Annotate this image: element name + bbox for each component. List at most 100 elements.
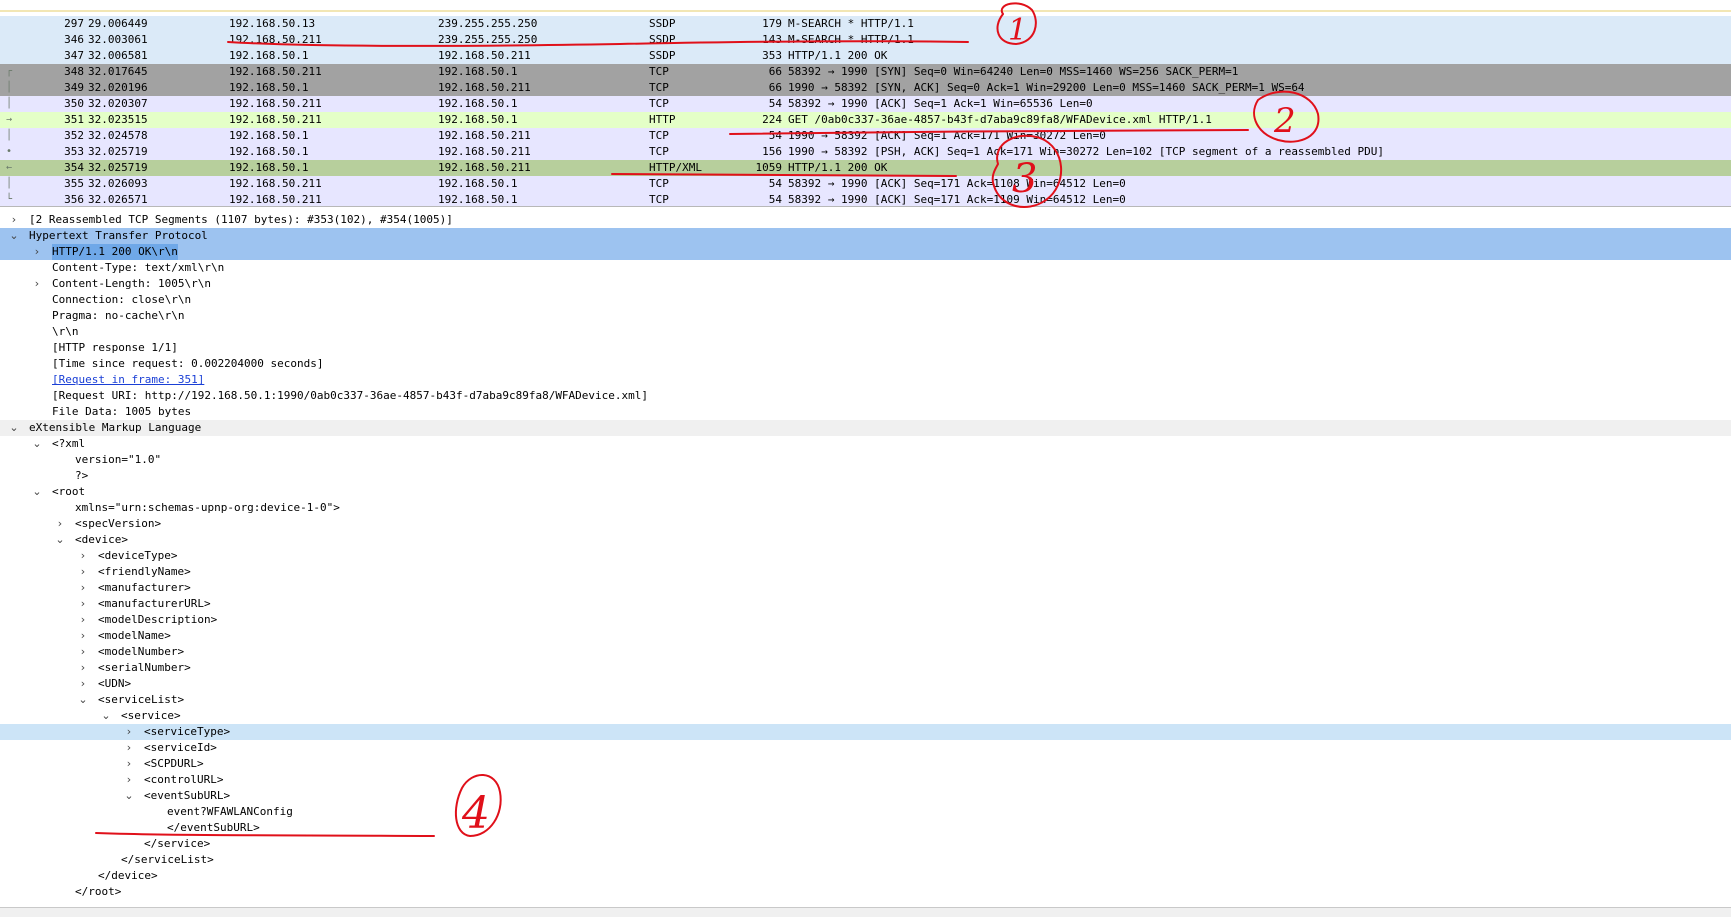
tree-item[interactable]: › <serviceType> [0, 724, 1731, 740]
tree-item[interactable]: › <serviceId> [0, 740, 1731, 756]
expand-chevron-icon[interactable]: › [123, 756, 135, 772]
packet-source: 192.168.50.13 [229, 17, 316, 30]
tree-item[interactable]: </eventSubURL> [0, 820, 1731, 836]
packet-time: 32.025719 [88, 161, 148, 174]
tree-item[interactable]: › <manufacturerURL> [0, 596, 1731, 612]
tree-item-label: </service> [144, 837, 211, 850]
expand-chevron-icon[interactable]: › [77, 644, 89, 660]
collapse-chevron-icon[interactable]: ⌄ [31, 484, 43, 500]
packet-row[interactable]: │ 350 32.020307 192.168.50.211 192.168.50.1 T… [0, 96, 1731, 112]
packet-row[interactable]: ┌ 348 32.017645 192.168.50.211 192.168.50.1 T… [0, 64, 1731, 80]
tree-item[interactable]: › <deviceType> [0, 548, 1731, 564]
tree-item[interactable]: ⌄ <service> [0, 708, 1731, 724]
packet-destination: 192.168.50.1 [438, 97, 518, 110]
tree-item[interactable]: </serviceList> [0, 852, 1731, 868]
packet-row[interactable]: └ 356 32.026571 192.168.50.211 192.168.50.1 T… [0, 192, 1731, 206]
packet-number: 353 [64, 145, 84, 158]
tree-item[interactable]: › HTTP/1.1 200 OK\r\n [0, 244, 1731, 260]
tree-item[interactable]: xmlns="urn:schemas-upnp-org:device-1-0"> [0, 500, 1731, 516]
tree-item[interactable]: [Request in frame: 351] [0, 372, 1731, 388]
tree-item-label: <serialNumber> [98, 661, 191, 674]
packet-row[interactable]: │ 349 32.020196 192.168.50.1 192.168.50.211 T… [0, 80, 1731, 96]
tree-item[interactable]: ⌄ <serviceList> [0, 692, 1731, 708]
tree-item[interactable]: ⌄ Hypertext Transfer Protocol [0, 228, 1731, 244]
tree-item[interactable]: › <modelName> [0, 628, 1731, 644]
packet-length: 156 [762, 145, 782, 158]
tree-item[interactable]: › <manufacturer> [0, 580, 1731, 596]
tree-item[interactable]: Pragma: no-cache\r\n [0, 308, 1731, 324]
packet-row[interactable]: 347 32.006581 192.168.50.1 192.168.50.211 SS… [0, 48, 1731, 64]
packet-info: 58392 → 1990 [SYN] Seq=0 Win=64240 Len=0… [788, 65, 1239, 78]
expand-chevron-icon[interactable]: › [54, 516, 66, 532]
tree-item[interactable]: [Time since request: 0.002204000 seconds… [0, 356, 1731, 372]
expand-chevron-icon[interactable]: › [77, 676, 89, 692]
collapse-chevron-icon[interactable]: ⌄ [100, 708, 112, 724]
expand-chevron-icon[interactable]: › [77, 564, 89, 580]
tree-item[interactable]: › <SCPDURL> [0, 756, 1731, 772]
expand-chevron-icon[interactable]: › [123, 772, 135, 788]
packet-row[interactable]: 297 29.006449 192.168.50.13 239.255.255.250… [0, 16, 1731, 32]
collapse-chevron-icon[interactable]: ⌄ [77, 692, 89, 708]
packet-protocol: TCP [649, 97, 669, 110]
expand-chevron-icon[interactable]: › [77, 660, 89, 676]
collapse-chevron-icon[interactable]: ⌄ [123, 788, 135, 804]
expand-chevron-icon[interactable]: › [77, 596, 89, 612]
packet-time: 32.017645 [88, 65, 148, 78]
packet-row[interactable]: │ 355 32.026093 192.168.50.211 192.168.50.1 T… [0, 176, 1731, 192]
tree-item[interactable]: › <UDN> [0, 676, 1731, 692]
tree-item[interactable]: › Content-Length: 1005\r\n [0, 276, 1731, 292]
tree-item[interactable]: › [2 Reassembled TCP Segments (1107 bytes… [0, 212, 1731, 228]
tree-item[interactable]: \r\n [0, 324, 1731, 340]
expand-chevron-icon[interactable]: › [77, 548, 89, 564]
tree-item[interactable]: Connection: close\r\n [0, 292, 1731, 308]
collapse-chevron-icon[interactable]: ⌄ [8, 228, 20, 244]
tree-item[interactable]: ?> [0, 468, 1731, 484]
tree-item[interactable]: [Request URI: http://192.168.50.1:1990/0… [0, 388, 1731, 404]
tree-item[interactable]: › <serialNumber> [0, 660, 1731, 676]
expand-chevron-icon[interactable]: › [123, 740, 135, 756]
packet-details-pane[interactable]: › [2 Reassembled TCP Segments (1107 bytes… [0, 211, 1731, 907]
tree-item[interactable]: › <modelNumber> [0, 644, 1731, 660]
expand-chevron-icon[interactable]: › [77, 612, 89, 628]
tree-item[interactable]: › <specVersion> [0, 516, 1731, 532]
request-frame-link[interactable]: [Request in frame: 351] [52, 372, 204, 388]
packet-list-header-edge [0, 0, 1731, 12]
packet-row[interactable]: ← 354 32.025719 192.168.50.1 192.168.50.211 H… [0, 160, 1731, 176]
tree-item[interactable]: event?WFAWLANConfig [0, 804, 1731, 820]
expand-chevron-icon[interactable]: › [77, 628, 89, 644]
packet-row[interactable]: 346 32.003061 192.168.50.211 239.255.255.25… [0, 32, 1731, 48]
tree-item[interactable]: ⌄ <eventSubURL> [0, 788, 1731, 804]
tree-item[interactable]: ⌄ <root [0, 484, 1731, 500]
expand-chevron-icon[interactable]: › [77, 580, 89, 596]
packet-row[interactable]: • 353 32.025719 192.168.50.1 192.168.50.211 T… [0, 144, 1731, 160]
packet-destination: 192.168.50.211 [438, 129, 531, 142]
tree-item[interactable]: File Data: 1005 bytes [0, 404, 1731, 420]
packet-list[interactable]: 297 29.006449 192.168.50.13 239.255.255.250… [0, 0, 1731, 207]
collapse-chevron-icon[interactable]: ⌄ [54, 532, 66, 548]
packet-destination: 192.168.50.211 [438, 145, 531, 158]
expand-chevron-icon[interactable]: › [8, 212, 20, 228]
collapse-chevron-icon[interactable]: ⌄ [31, 436, 43, 452]
expand-chevron-icon[interactable]: › [123, 724, 135, 740]
packet-info: GET /0ab0c337-36ae-4857-b43f-d7aba9c89fa… [788, 113, 1212, 126]
packet-row[interactable]: │ 352 32.024578 192.168.50.1 192.168.50.211 T… [0, 128, 1731, 144]
packet-row[interactable]: → 351 32.023515 192.168.50.211 192.168.50.1 H… [0, 112, 1731, 128]
expand-chevron-icon[interactable]: › [31, 244, 43, 260]
tree-item[interactable]: </service> [0, 836, 1731, 852]
tree-item[interactable]: Content-Type: text/xml\r\n [0, 260, 1731, 276]
tree-item[interactable]: ⌄ eXtensible Markup Language [0, 420, 1731, 436]
tree-item[interactable]: </device> [0, 868, 1731, 884]
tree-item[interactable]: ⌄ <device> [0, 532, 1731, 548]
collapse-chevron-icon[interactable]: ⌄ [8, 420, 20, 436]
tree-item[interactable]: › <friendlyName> [0, 564, 1731, 580]
tree-item[interactable]: </root> [0, 884, 1731, 900]
tree-item[interactable]: ⌄ <?xml [0, 436, 1731, 452]
expand-chevron-icon[interactable]: › [31, 276, 43, 292]
packet-source: 192.168.50.1 [229, 161, 309, 174]
packet-protocol: TCP [649, 129, 669, 142]
tree-item[interactable]: › <controlURL> [0, 772, 1731, 788]
tree-item[interactable]: › <modelDescription> [0, 612, 1731, 628]
tree-item[interactable]: [HTTP response 1/1] [0, 340, 1731, 356]
tree-item[interactable]: version="1.0" [0, 452, 1731, 468]
packet-source: 192.168.50.1 [229, 49, 309, 62]
